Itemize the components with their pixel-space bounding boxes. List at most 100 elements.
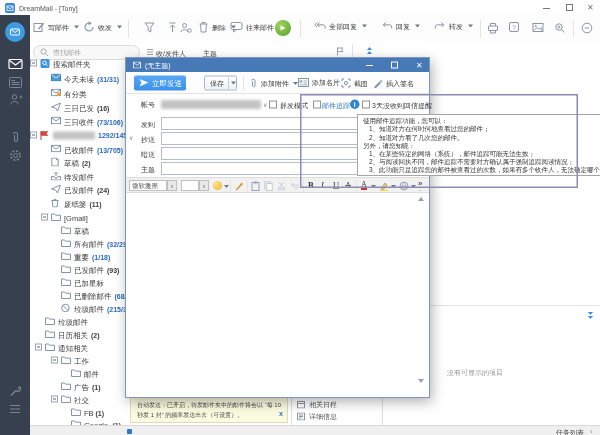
contacts-icon[interactable] (9, 93, 23, 106)
tree-item-已删除邮件[interactable]: 已删除邮件(68/159) (30, 289, 125, 302)
font-size-dropdown-icon[interactable]: ∨ (199, 180, 209, 191)
font-color-button[interactable]: A (361, 180, 367, 190)
emoji-icon[interactable] (213, 181, 222, 190)
expand-section-icon[interactable] (588, 312, 593, 319)
tree-item-今天未读[interactable]: 今天未读(31/31) (30, 72, 125, 85)
related-schedule-link[interactable]: 相关日程 (297, 400, 337, 409)
tree-item-已发邮件[interactable]: 已发邮件(93) (30, 263, 125, 276)
tree-expander-icon[interactable] (35, 344, 42, 351)
font-color-dropdown-icon[interactable] (371, 185, 376, 188)
send-receive-button[interactable]: 收发 (83, 21, 122, 33)
reply-all-button[interactable]: 全部回复 (314, 21, 367, 31)
forward-button[interactable]: 转发 (434, 21, 473, 31)
settings-icon[interactable] (9, 149, 22, 162)
tree-item-已加星标[interactable]: 已加星标 (30, 276, 125, 289)
highlight-icon[interactable] (379, 181, 389, 191)
screenshot-button[interactable]: 截图 (341, 78, 368, 88)
link-dropdown-icon[interactable] (411, 185, 416, 188)
copy-icon[interactable] (264, 181, 273, 191)
task-list-label[interactable]: 任务列表 (556, 428, 584, 435)
close-button[interactable]: ✕ (587, 3, 594, 11)
cc-collapse-icon[interactable]: ∨ (129, 135, 133, 141)
cut-icon[interactable] (277, 181, 286, 191)
tree-item-搜索邮件夹[interactable]: 搜索邮件夹 (30, 57, 125, 70)
dialog-close-button[interactable]: ✕ (416, 61, 423, 69)
account-dropdown-icon[interactable]: ∨ (263, 102, 267, 108)
tree-item-垃圾邮件[interactable]: 垃圾邮件 (30, 315, 125, 328)
tree-item-account[interactable]: 1292/1452 (30, 129, 125, 142)
flag-column-icon[interactable] (336, 47, 344, 56)
task-list-chevron[interactable]: ‹ (590, 427, 592, 435)
highlight-dropdown-icon[interactable] (391, 185, 396, 188)
menu-icon[interactable] (9, 404, 21, 414)
underline-button[interactable]: U (333, 181, 339, 190)
dialog-minimize-button[interactable] (366, 65, 373, 66)
scroll-down-icon[interactable] (418, 379, 424, 383)
reply-button[interactable]: 回复 (381, 21, 420, 31)
compose-button[interactable]: 写邮件 (33, 21, 79, 33)
print-icon[interactable] (487, 22, 499, 34)
add-attachment-button[interactable]: 添加附件 (249, 78, 298, 89)
message-body[interactable] (127, 194, 428, 397)
dialog-maximize-button[interactable] (391, 62, 398, 69)
emoji-dropdown-icon[interactable] (224, 185, 229, 188)
save-button[interactable]: 保存 (204, 76, 237, 91)
tree-item-废纸篓[interactable]: 废纸篓(11) (30, 197, 125, 210)
maximize-button[interactable] (566, 4, 573, 11)
insert-link-icon[interactable] (399, 181, 409, 191)
tree-item-所有邮件[interactable]: 所有邮件(32/296) (30, 237, 125, 250)
thread-column-icon[interactable] (146, 48, 154, 56)
collapse-circle-icon[interactable] (581, 22, 593, 34)
remind-checkbox[interactable] (362, 101, 370, 109)
send-now-button[interactable]: 立即发送 (134, 76, 186, 91)
mass-send-checkbox[interactable] (269, 101, 277, 109)
tree-expander-icon[interactable] (30, 132, 37, 139)
tree-item-已发邮件[interactable]: 已发邮件(24) (30, 183, 125, 196)
tree-item-垃圾邮件[interactable]: 垃圾邮件(215/377) (30, 302, 125, 315)
tree-item-重要[interactable]: 重要(1/18) (30, 250, 125, 263)
font-family-dropdown-icon[interactable]: ∨ (167, 180, 177, 191)
tree-item-草稿[interactable]: 草稿 (30, 224, 125, 237)
tree-item-三日已发[interactable]: 三日已发(16) (30, 101, 125, 114)
tree-item-Google[interactable]: Google(1) (30, 418, 125, 426)
filter-icon[interactable] (144, 22, 155, 33)
format-brush-icon[interactable] (234, 181, 244, 191)
collapse-pane-icon[interactable] (367, 47, 372, 54)
help-icon[interactable]: ? (509, 22, 519, 32)
correspondence-button[interactable]: 往来邮件 (230, 21, 274, 33)
online-status-icon[interactable] (275, 20, 291, 36)
font-family-select[interactable]: 微软雅黑 (129, 180, 167, 191)
add-card-button[interactable]: 添加名片 (298, 78, 340, 87)
contact-mail-icon[interactable] (180, 22, 192, 33)
tree-item-三日收件[interactable]: 三日收件(73/106) (30, 115, 125, 128)
tree-expander-icon[interactable] (41, 214, 48, 221)
insert-signature-button[interactable]: 插入签名 (373, 78, 414, 88)
dreammail-logo-icon[interactable] (5, 22, 25, 42)
paste-icon[interactable] (251, 181, 260, 191)
tree-item-已收邮件[interactable]: 已收邮件(13/705) (30, 143, 125, 156)
tree-item-有分类[interactable]: 有分类 (30, 87, 125, 100)
tree-item-[Gmail][interactable]: [Gmail] (30, 211, 125, 224)
bold-button[interactable]: B (308, 181, 314, 190)
mail-icon[interactable] (8, 58, 23, 70)
tree-item-草稿[interactable]: 草稿(2) (30, 156, 125, 169)
tree-item-社交[interactable]: 社交 (30, 393, 125, 406)
details-link[interactable]: 详细信息 (297, 412, 337, 421)
card-view-icon[interactable] (9, 77, 22, 88)
font-size-select[interactable] (181, 180, 199, 191)
tree-item-日历相关[interactable]: 日历相关(2) (30, 328, 125, 341)
tree-item-工作[interactable]: 工作 (30, 354, 125, 367)
tree-expander-icon[interactable] (51, 357, 58, 364)
tree-expander-icon[interactable] (30, 60, 37, 67)
wrench-icon[interactable] (9, 384, 22, 397)
tree-expander-icon[interactable] (51, 396, 58, 403)
info-icon[interactable]: i (350, 100, 360, 110)
upload-icon[interactable] (167, 22, 178, 33)
image-icon[interactable] (532, 22, 544, 33)
attachment-icon[interactable] (10, 131, 21, 144)
account-value-redacted[interactable] (161, 100, 261, 109)
track-checkbox[interactable] (313, 101, 321, 109)
minimize-button[interactable] (543, 8, 550, 9)
tree-item-广告[interactable]: 广告(1) (30, 380, 125, 393)
tree-item-通知相关[interactable]: 通知相关 (30, 341, 125, 354)
